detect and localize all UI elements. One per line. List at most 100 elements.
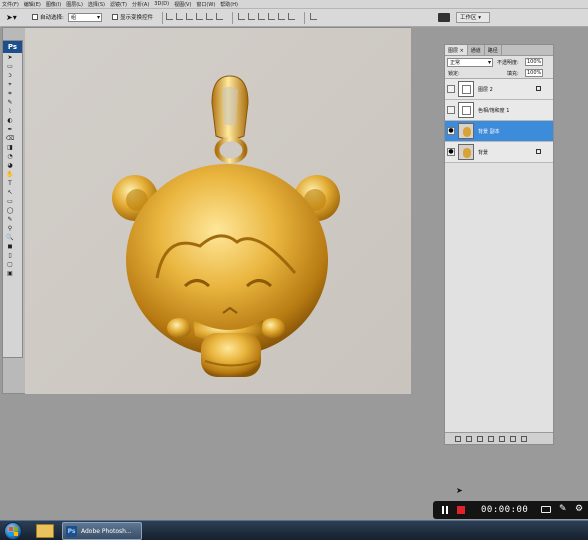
foreground-color-tool-icon[interactable]: ◼ [5, 242, 15, 251]
menu-item[interactable]: 编辑(E) [24, 1, 41, 8]
menu-item[interactable]: 图像(I) [46, 1, 61, 8]
taskbar-photoshop-button[interactable]: Ps Adobe Photosh... [62, 522, 142, 540]
3d-tool-icon[interactable]: ◯ [5, 206, 15, 215]
panel-tab[interactable]: 通道 [468, 45, 485, 55]
align-buttons[interactable] [166, 13, 223, 22]
layer-row[interactable]: 图层 2 [445, 79, 553, 100]
visibility-eye-icon[interactable]: ● [447, 127, 455, 135]
quick-select-tool-icon[interactable]: ⌖ [5, 80, 15, 89]
adjustment-layer-icon[interactable] [488, 435, 494, 442]
new-group-icon[interactable] [499, 435, 505, 442]
panel-tab[interactable]: 图层 × [445, 45, 468, 55]
menu-item[interactable]: 选择(S) [88, 1, 105, 8]
heal-tool-icon[interactable]: ⌇ [5, 107, 15, 116]
menu-item[interactable]: 帮助(H) [220, 1, 238, 8]
auto-select-label: 自动选择: [40, 15, 64, 21]
layer-name: 背景 [478, 150, 489, 156]
camera-icon[interactable] [541, 506, 551, 513]
auto-select-checkbox[interactable] [32, 14, 38, 20]
shape-tool-icon[interactable]: ▭ [5, 197, 15, 206]
lock-label: 锁定: [448, 71, 460, 77]
menu-item[interactable]: 3D(D) [154, 1, 169, 7]
layer-thumbnail [458, 81, 474, 97]
link-layers-icon[interactable] [455, 435, 461, 442]
layer-row[interactable]: ● 背景 副本 [445, 121, 553, 142]
layers-panel: 图层 ×通道路径 正常 不透明度: 100% 锁定: 填充: 100% 图层 2… [444, 44, 554, 445]
dodge-tool-icon[interactable]: ✋ [5, 170, 15, 179]
move-tool-icon[interactable]: ➤ [5, 53, 15, 62]
menu-bar: 文件(F) 编辑(E) 图像(I) 图层(L) 选择(S) 滤镜(T) 分析(A) 3D(D)… [0, 0, 588, 9]
lasso-tool-icon[interactable]: ↄ [5, 71, 15, 80]
layer-name: 色相/饱和度 1 [478, 108, 510, 114]
path-select-tool-icon[interactable]: ↖ [5, 188, 15, 197]
hand-rotate-tool-icon[interactable]: ✎ [5, 215, 15, 224]
folder-icon[interactable] [36, 524, 54, 538]
eraser-tool-icon[interactable]: ◨ [5, 143, 15, 152]
quick-mask-tool-icon[interactable]: ▯ [5, 251, 15, 260]
marquee-tool-icon[interactable]: ▭ [5, 62, 15, 71]
brush-tool-icon[interactable]: ◐ [5, 116, 15, 125]
panel-tabs: 图层 × 通道 路径 [445, 45, 553, 56]
menu-item[interactable]: 滤镜(T) [110, 1, 127, 8]
menu-item[interactable]: 视图(V) [174, 1, 191, 8]
auto-select-dropdown[interactable]: 组 [68, 13, 102, 22]
eyedropper-tool-icon[interactable]: ✎ [5, 98, 15, 107]
blend-mode-dropdown[interactable]: 正常 [447, 58, 493, 67]
blur-tool-icon[interactable]: ◕ [5, 161, 15, 170]
bridge-icon[interactable] [438, 13, 450, 22]
hand-tool-icon[interactable]: ⚲ [5, 224, 15, 233]
type-tool-icon[interactable]: T [5, 179, 15, 188]
layers-bottom-bar [445, 432, 553, 444]
opacity-label: 不透明度: [497, 60, 519, 66]
layer-thumbnail [458, 102, 474, 118]
history-tool-icon[interactable]: ⌫ [5, 134, 15, 143]
start-button[interactable] [4, 522, 22, 540]
screen-mode-tool-icon[interactable]: ▢ [5, 260, 15, 269]
add-mask-icon[interactable] [477, 435, 483, 442]
menu-item[interactable]: 分析(A) [132, 1, 149, 8]
photoshop-logo: Ps [3, 41, 22, 53]
extra-tool-icon[interactable]: ▣ [5, 269, 15, 278]
separator [232, 12, 233, 24]
new-layer-icon[interactable] [510, 435, 516, 442]
gear-icon[interactable]: ⚙ [575, 504, 583, 514]
auto-align-button[interactable] [310, 13, 317, 22]
menu-item[interactable]: 文件(F) [2, 1, 19, 8]
stop-icon[interactable] [457, 506, 465, 514]
lock-icon [536, 149, 541, 154]
tools-palette: Ps ➤ ▭ ↄ ⌖ ⌗ ✎ ⌇ ◐ ✒ ⌫ ◨ ◔ ◕ ✋ T ↖ ▭ ◯ ✎ ⚲ 🔍 ◼ ▯ ▢ ▣ [2, 40, 23, 358]
pause-icon[interactable] [441, 506, 449, 514]
layer-thumbnail [458, 144, 474, 160]
menu-item[interactable]: 窗口(W) [196, 1, 215, 8]
layer-row[interactable]: ● 背景 [445, 142, 553, 163]
layer-style-icon[interactable] [466, 435, 472, 442]
distribute-buttons[interactable] [238, 13, 295, 22]
pen-icon[interactable]: ✎ [559, 504, 567, 514]
options-bar: ➤▾ 自动选择: 组 显示变换控件 工作区 ▾ [0, 9, 588, 27]
visibility-eye-icon[interactable]: ● [447, 148, 455, 156]
workspace-button[interactable]: 工作区 ▾ [456, 12, 490, 23]
visibility-eye-icon[interactable] [447, 106, 455, 114]
clone-tool-icon[interactable]: ✒ [5, 125, 15, 134]
menu-item[interactable]: 图层(L) [66, 1, 83, 8]
crop-tool-icon[interactable]: ⌗ [5, 89, 15, 98]
move-tool-preset-icon[interactable]: ➤▾ [6, 13, 22, 23]
zoom-tool-icon[interactable]: 🔍 [5, 233, 15, 242]
gold-pendant-image [112, 75, 340, 377]
recording-timer: 00:00:00 [481, 505, 529, 515]
show-transform-checkbox[interactable] [112, 14, 118, 20]
opacity-input[interactable]: 100% [525, 58, 543, 66]
fill-label: 填充: [507, 71, 519, 77]
layer-list: 图层 2 色相/饱和度 1 ● 背景 副本 ● 背景 [445, 79, 553, 163]
canvas-image[interactable] [25, 28, 411, 394]
taskbar: Ps Adobe Photosh... [0, 520, 588, 540]
gradient-tool-icon[interactable]: ◔ [5, 152, 15, 161]
mouse-cursor-icon: ➤ [456, 486, 463, 495]
screen-recorder-bar: 00:00:00 ✎ ⚙ [433, 501, 588, 519]
photoshop-taskbar-icon: Ps [66, 526, 77, 537]
layer-row[interactable]: 色相/饱和度 1 [445, 100, 553, 121]
fill-input[interactable]: 100% [525, 69, 543, 77]
panel-tab[interactable]: 路径 [485, 45, 502, 55]
visibility-eye-icon[interactable] [447, 85, 455, 93]
delete-layer-icon[interactable] [521, 435, 527, 442]
